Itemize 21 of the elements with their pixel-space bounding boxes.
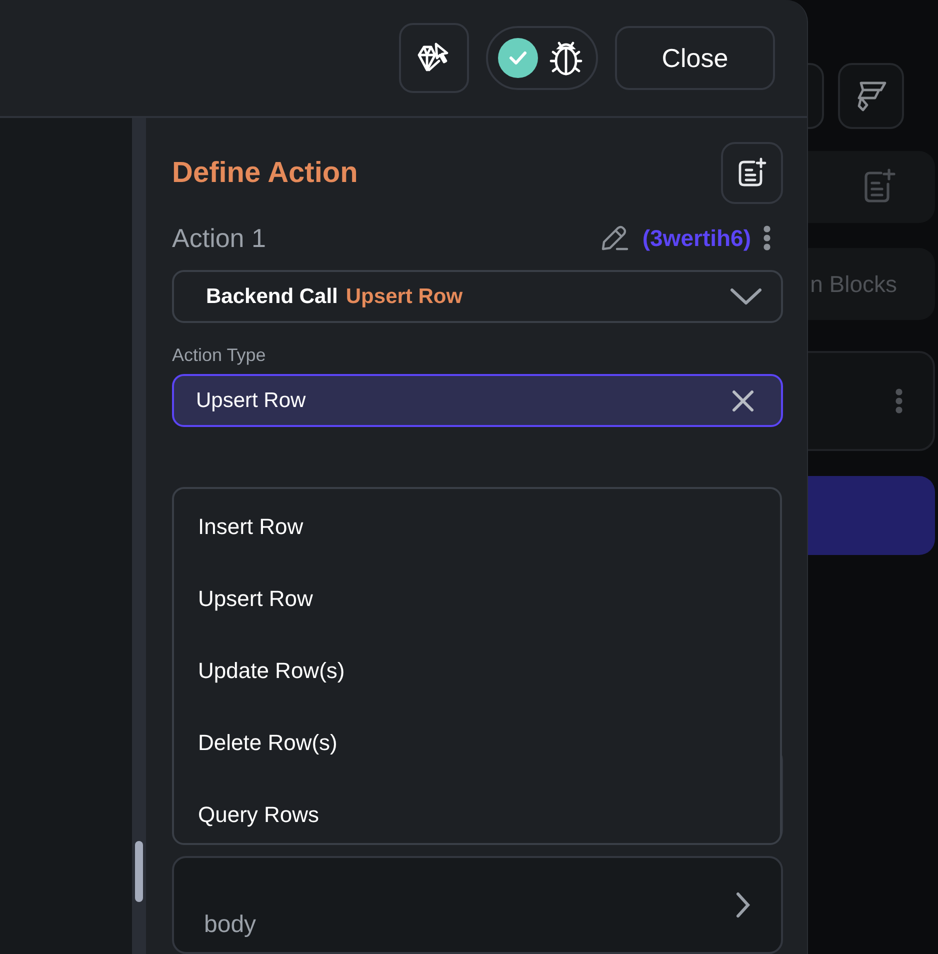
- action-name: Action 1: [172, 222, 266, 254]
- more-icon[interactable]: [763, 225, 771, 251]
- chevron-down-icon: [729, 286, 763, 306]
- field-label: Action Type: [172, 345, 267, 366]
- chevron-right-icon: [735, 891, 751, 919]
- dropdown-option[interactable]: Delete Row(s): [174, 707, 780, 779]
- scrollbar[interactable]: [132, 118, 146, 954]
- shapes-icon[interactable]: [838, 63, 904, 129]
- dropdown-option[interactable]: Insert Row: [174, 491, 780, 563]
- action-type-field[interactable]: Upsert Row: [172, 374, 783, 427]
- dropdown-option[interactable]: Query Rows: [174, 779, 780, 851]
- action-select[interactable]: Backend Call Upsert Row: [172, 270, 783, 323]
- panel-title: Define Action: [172, 156, 358, 190]
- dropdown-option[interactable]: Update Row(s): [174, 635, 780, 707]
- clear-icon[interactable]: [731, 388, 755, 412]
- bug-icon: [548, 39, 584, 77]
- dropdown-option[interactable]: Upsert Row: [174, 563, 780, 635]
- close-button[interactable]: Close: [615, 26, 775, 90]
- add-note-icon[interactable]: [721, 142, 783, 204]
- field-card[interactable]: body: [172, 856, 783, 954]
- gem-cursor-icon[interactable]: [399, 23, 469, 93]
